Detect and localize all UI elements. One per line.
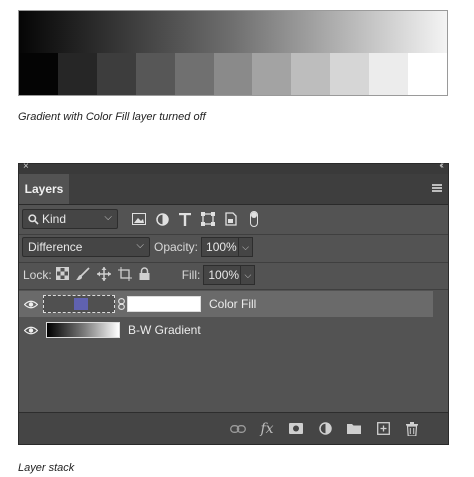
filter-kind-dropdown[interactable]: Kind ⌵ (22, 209, 118, 229)
lock-all-icon[interactable] (139, 267, 150, 283)
close-icon[interactable]: × (23, 161, 29, 172)
caption-top: Gradient with Color Fill layer turned of… (18, 111, 206, 123)
chevron-down-icon: ⌵ (136, 240, 144, 251)
separator (19, 289, 448, 290)
gray-swatch (19, 53, 58, 95)
layers-panel: × ‹‹ Layers Kind ⌵ Difference ⌵ Opacity:… (18, 160, 449, 445)
panel-tab-row: Layers (19, 174, 448, 205)
gray-swatch (252, 53, 292, 95)
smooth-gradient-bar (19, 11, 447, 53)
new-layer-icon[interactable] (375, 421, 391, 437)
color-fill-thumbnail[interactable] (43, 295, 115, 313)
gray-swatch (135, 53, 175, 95)
fill-color-swatch (74, 298, 88, 310)
shape-filter-icon[interactable] (201, 212, 215, 226)
chevron-down-icon: ⌵ (104, 212, 112, 223)
blend-mode-value: Difference (28, 240, 83, 254)
layer-name[interactable]: B-W Gradient (128, 323, 201, 337)
layer-row-color-fill[interactable]: Color Fill (19, 291, 433, 317)
filter-row: Kind ⌵ (19, 209, 448, 229)
separator (19, 262, 448, 263)
lock-label: Lock: (23, 268, 52, 282)
filter-toggle-icon[interactable] (247, 211, 261, 227)
gray-swatch (408, 53, 447, 95)
link-chain-icon[interactable] (115, 298, 127, 310)
blend-mode-dropdown[interactable]: Difference ⌵ (22, 237, 150, 257)
mask-icon[interactable] (288, 421, 304, 437)
panel-bottom-toolbar: fx (19, 412, 448, 444)
filter-kind-label: Kind (42, 212, 67, 226)
fill-label: Fill: (181, 268, 201, 282)
type-filter-icon[interactable] (178, 212, 192, 226)
trash-icon[interactable] (404, 421, 420, 437)
gray-swatch (369, 53, 409, 95)
lock-row: Lock: Fill: 100% ⌵ (19, 265, 448, 285)
gray-swatch (213, 53, 253, 95)
panel-titlebar: × ‹‹ (19, 160, 448, 174)
lock-artboard-icon[interactable] (117, 266, 132, 284)
tab-layers[interactable]: Layers (19, 174, 69, 204)
caption-bottom: Layer stack (18, 462, 75, 474)
layer-name[interactable]: Color Fill (209, 297, 256, 311)
lock-transparent-icon[interactable] (55, 267, 69, 283)
adjustment-filter-icon[interactable] (155, 212, 169, 226)
pixel-filter-icon[interactable] (132, 212, 146, 226)
blend-row: Difference ⌵ Opacity: 100% ⌵ (19, 237, 448, 257)
step-swatch-row (19, 53, 447, 95)
gray-swatch (291, 53, 331, 95)
gray-swatch (174, 53, 214, 95)
panel-menu-icon[interactable] (432, 184, 442, 192)
collapse-icon[interactable]: ‹‹ (439, 160, 443, 171)
opacity-label: Opacity: (154, 240, 199, 254)
separator (19, 234, 448, 235)
lock-brush-icon[interactable] (75, 266, 90, 284)
lock-position-icon[interactable] (96, 266, 111, 284)
fill-input[interactable]: 100% (203, 265, 242, 285)
opacity-dropdown-arrow[interactable]: ⌵ (239, 237, 254, 257)
gradient-figure (18, 10, 448, 96)
search-icon (28, 213, 39, 225)
adjustment-icon[interactable] (317, 421, 333, 437)
gray-swatch (96, 53, 136, 95)
layer-mask-thumbnail[interactable] (127, 296, 201, 312)
visibility-eye-icon[interactable] (19, 300, 43, 309)
gray-swatch (330, 53, 370, 95)
folder-icon[interactable] (346, 421, 362, 437)
fill-dropdown-arrow[interactable]: ⌵ (241, 265, 256, 285)
layer-row-bw-gradient[interactable]: B-W Gradient (19, 317, 433, 343)
opacity-input[interactable]: 100% (201, 237, 240, 257)
visibility-eye-icon[interactable] (19, 326, 43, 335)
fx-icon[interactable]: fx (259, 421, 275, 437)
link-icon[interactable] (230, 421, 246, 437)
gradient-layer-thumbnail[interactable] (46, 322, 120, 338)
smart-object-filter-icon[interactable] (224, 212, 238, 226)
gray-swatch (57, 53, 97, 95)
